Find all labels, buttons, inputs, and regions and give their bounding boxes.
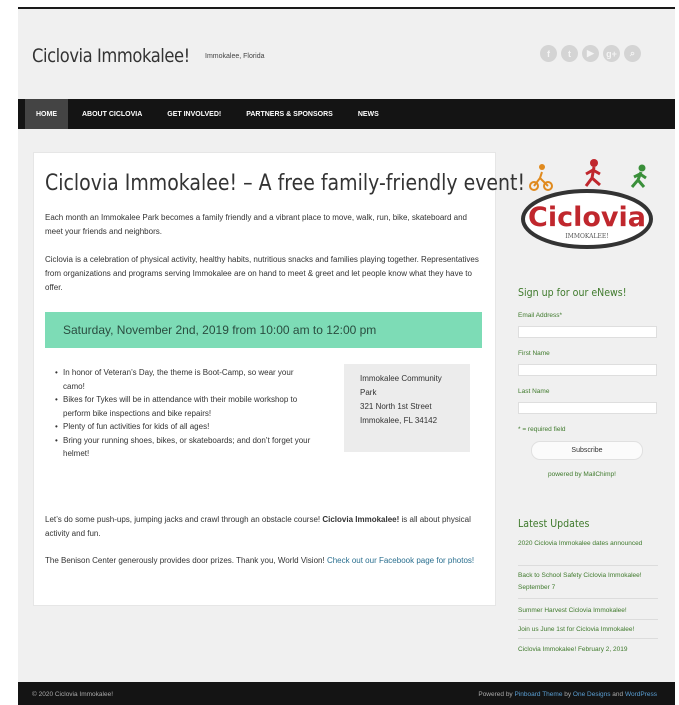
site-footer: © 2020 Ciclovia Immokalee! Powered by Pi… bbox=[18, 682, 675, 705]
update-link[interactable]: Ciclovia Immokalee! February 2, 2019 bbox=[518, 644, 658, 656]
address-line: Park bbox=[360, 388, 377, 397]
event-date-banner: Saturday, November 2nd, 2019 from 10:00 … bbox=[45, 312, 482, 348]
site-tagline: Immokalee, Florida bbox=[205, 53, 265, 60]
prizes-paragraph: The Benison Center generously provides d… bbox=[45, 554, 485, 568]
email-field[interactable] bbox=[518, 326, 657, 338]
list-item: Bikes for Tykes will be in attendance wi… bbox=[50, 393, 315, 420]
nav-item-news[interactable]: NEWS bbox=[347, 99, 390, 129]
facebook-photos-link[interactable]: Check out our Facebook page for photos! bbox=[327, 556, 474, 565]
intro-paragraph-1: Each month an Immokalee Park becomes a f… bbox=[45, 213, 467, 236]
nav-item-get-involved[interactable]: GET INVOLVED! bbox=[156, 99, 232, 129]
first-name-field[interactable] bbox=[518, 364, 657, 376]
activity-paragraph: Let’s do some push-ups, jumping jacks an… bbox=[45, 513, 485, 541]
nav-item-home[interactable]: HOME bbox=[25, 99, 68, 129]
first-name-label: First Name bbox=[518, 350, 550, 357]
divider bbox=[518, 598, 658, 599]
address-line: 321 North 1st Street bbox=[360, 402, 432, 411]
footer-text: by bbox=[562, 691, 573, 698]
event-address-box: Immokalee Community Park 321 North 1st S… bbox=[344, 364, 470, 452]
nav-item-partners[interactable]: PARTNERS & SPONSORS bbox=[235, 99, 344, 129]
divider bbox=[518, 638, 658, 639]
email-label: Email Address* bbox=[518, 312, 563, 319]
logo-subtext: IMMOKALEE! bbox=[565, 233, 608, 240]
event-bullet-list: In honor of Veteran’s Day, the theme is … bbox=[50, 366, 315, 461]
subscribe-button[interactable]: Subscribe bbox=[531, 441, 643, 460]
update-link[interactable]: Join us June 1st for Ciclovia Immokalee! bbox=[518, 624, 658, 636]
nav-item-about[interactable]: ABOUT CICLOVIA bbox=[71, 99, 153, 129]
signup-heading: Sign up for our eNews! bbox=[518, 286, 627, 299]
latest-updates-heading: Latest Updates bbox=[518, 517, 590, 530]
footer-text: and bbox=[610, 691, 625, 698]
theme-link[interactable]: Pinboard Theme bbox=[515, 691, 563, 698]
site-title[interactable]: Ciclovia Immokalee! bbox=[32, 45, 190, 67]
last-name-label: Last Name bbox=[518, 388, 550, 395]
twitter-icon[interactable]: t bbox=[561, 45, 578, 62]
page: Ciclovia Immokalee! Immokalee, Florida f… bbox=[18, 7, 675, 705]
logo-text: Ciclovia bbox=[528, 202, 646, 233]
last-name-field[interactable] bbox=[518, 402, 657, 414]
main-nav: HOME ABOUT CICLOVIA GET INVOLVED! PARTNE… bbox=[18, 99, 675, 129]
intro-paragraph-2: Ciclovia is a celebration of physical ac… bbox=[45, 255, 479, 292]
google-plus-icon[interactable]: g+ bbox=[603, 45, 620, 62]
ciclovia-logo[interactable]: Ciclovia IMMOKALEE! bbox=[520, 156, 654, 252]
divider bbox=[518, 619, 658, 620]
update-link[interactable]: 2020 Ciclovia Immokalee dates announced bbox=[518, 538, 658, 550]
facebook-icon[interactable]: f bbox=[540, 45, 557, 62]
event-date-text: Saturday, November 2nd, 2019 from 10:00 … bbox=[63, 323, 377, 337]
required-note: * = required field bbox=[518, 426, 566, 433]
search-icon[interactable]: ⌕ bbox=[624, 45, 641, 62]
footer-credits: Powered by Pinboard Theme by One Designs… bbox=[478, 691, 657, 698]
mailchimp-link[interactable]: powered by MailChimp! bbox=[548, 471, 616, 478]
update-link[interactable]: Summer Harvest Ciclovia Immokalee! bbox=[518, 605, 658, 617]
divider bbox=[518, 565, 658, 566]
social-icons: f t ▶ g+ ⌕ bbox=[540, 45, 641, 62]
list-item: In honor of Veteran’s Day, the theme is … bbox=[50, 366, 315, 393]
footer-copyright: © 2020 Ciclovia Immokalee! bbox=[32, 691, 114, 698]
address-line: Immokalee, FL 34142 bbox=[360, 416, 438, 425]
activity-text: Let’s do some push-ups, jumping jacks an… bbox=[45, 515, 323, 524]
footer-text: Powered by bbox=[478, 691, 515, 698]
wordpress-link[interactable]: WordPress bbox=[625, 691, 657, 698]
list-item: Plenty of fun activities for kids of all… bbox=[50, 420, 315, 434]
designer-link[interactable]: One Designs bbox=[573, 691, 611, 698]
post-card: Ciclovia Immokalee! – A free family-frie… bbox=[33, 152, 525, 606]
prizes-text: The Benison Center generously provides d… bbox=[45, 556, 327, 565]
list-item: Bring your running shoes, bikes, or skat… bbox=[50, 434, 315, 461]
post-title: Ciclovia Immokalee! – A free family-frie… bbox=[45, 171, 526, 196]
update-link[interactable]: Back to School Safety Ciclovia Immokalee… bbox=[518, 570, 658, 594]
address-line: Immokalee Community bbox=[360, 374, 442, 383]
activity-bold: Ciclovia Immokalee! bbox=[322, 515, 400, 524]
youtube-icon[interactable]: ▶ bbox=[582, 45, 599, 62]
